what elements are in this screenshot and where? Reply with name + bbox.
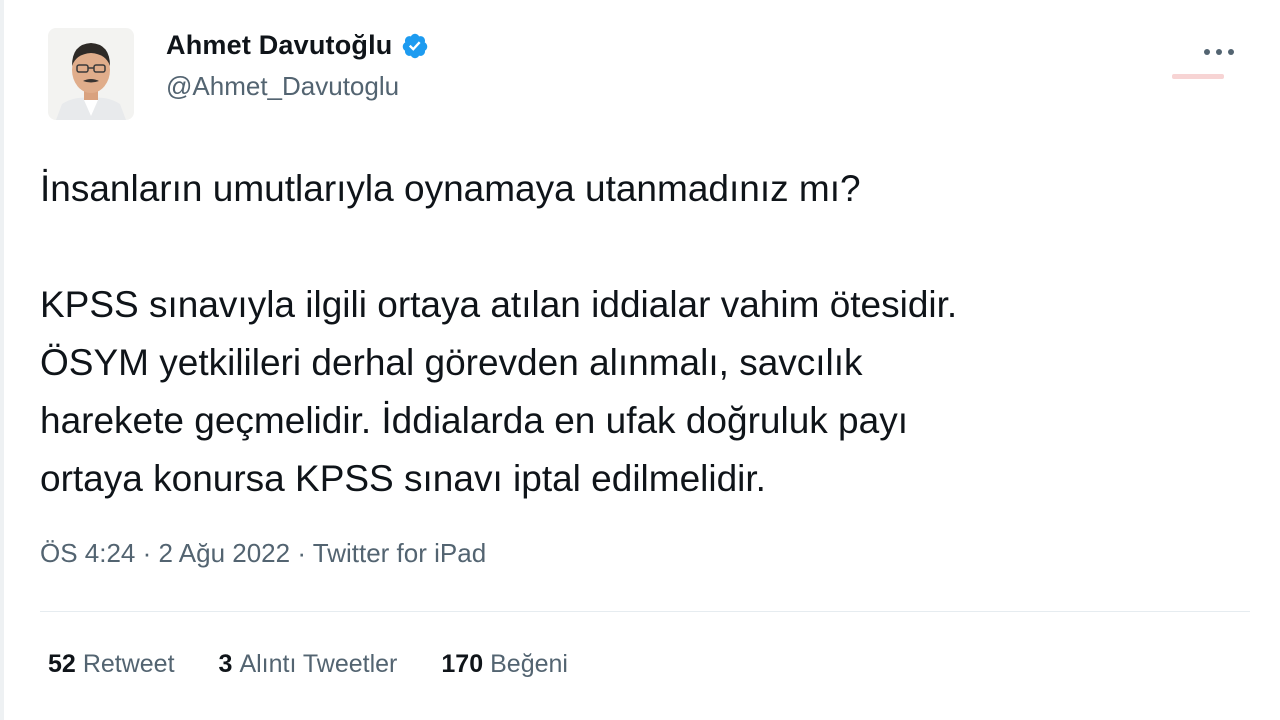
stat-count: 3 (218, 650, 233, 678)
meta-separator: · (142, 538, 159, 568)
author-display-name[interactable]: Ahmet Davutoğlu (166, 30, 393, 61)
more-options-icon[interactable] (1204, 40, 1234, 64)
more-dot (1216, 49, 1222, 55)
more-dot (1204, 49, 1210, 55)
stat-quote-tweets[interactable]: 3 Alıntı Tweetler (219, 650, 398, 679)
stat-retweets[interactable]: 52 Retweet (48, 650, 175, 679)
stat-count: 52 (48, 650, 76, 678)
verified-badge-icon (401, 32, 429, 60)
divider (40, 611, 1250, 612)
tweet-paragraph-1: İnsanların umutlarıyla oynamaya utanmadı… (40, 168, 861, 209)
tweet-source[interactable]: Twitter for iPad (313, 538, 486, 568)
tweet-header: Ahmet Davutoğlu @Ahmet_Davutoglu (48, 28, 429, 120)
author-info: Ahmet Davutoğlu @Ahmet_Davutoglu (166, 30, 429, 102)
stat-likes[interactable]: 170 Beğeni (441, 650, 568, 679)
name-row: Ahmet Davutoğlu (166, 30, 429, 61)
stat-label: Beğeni (490, 650, 568, 678)
avatar[interactable] (48, 28, 134, 120)
tweet-line: KPSS sınavıyla ilgili ortaya atılan iddi… (40, 284, 958, 325)
watermark-logo (1172, 70, 1224, 82)
tweet-line: ÖSYM yetkilileri derhal görevden alınmal… (40, 342, 863, 383)
stat-count: 170 (441, 650, 484, 678)
tweet-line: harekete geçmelidir. İddialarda en ufak … (40, 400, 908, 441)
engagement-stats: 52 Retweet 3 Alıntı Tweetler 170 Beğeni (48, 650, 612, 679)
left-edge-divider (0, 0, 4, 720)
tweet-line: ortaya konursa KPSS sınavı iptal edilmel… (40, 458, 766, 499)
more-dot (1228, 49, 1234, 55)
tweet-text: İnsanların umutlarıyla oynamaya utanmadı… (40, 160, 1250, 508)
stat-label: Alıntı Tweetler (239, 650, 398, 678)
tweet-date[interactable]: 2 Ağu 2022 (159, 538, 291, 568)
author-handle[interactable]: @Ahmet_Davutoglu (166, 71, 429, 102)
meta-separator: · (297, 538, 313, 568)
stat-label: Retweet (82, 650, 175, 678)
tweet-metadata: ÖS 4:24 · 2 Ağu 2022 · Twitter for iPad (40, 538, 486, 569)
tweet-time[interactable]: ÖS 4:24 (40, 538, 135, 568)
tweet-paragraph-2: KPSS sınavıyla ilgili ortaya atılan iddi… (40, 276, 1250, 508)
tweet-card: Ahmet Davutoğlu @Ahmet_Davutoglu İnsanla… (0, 0, 1280, 720)
